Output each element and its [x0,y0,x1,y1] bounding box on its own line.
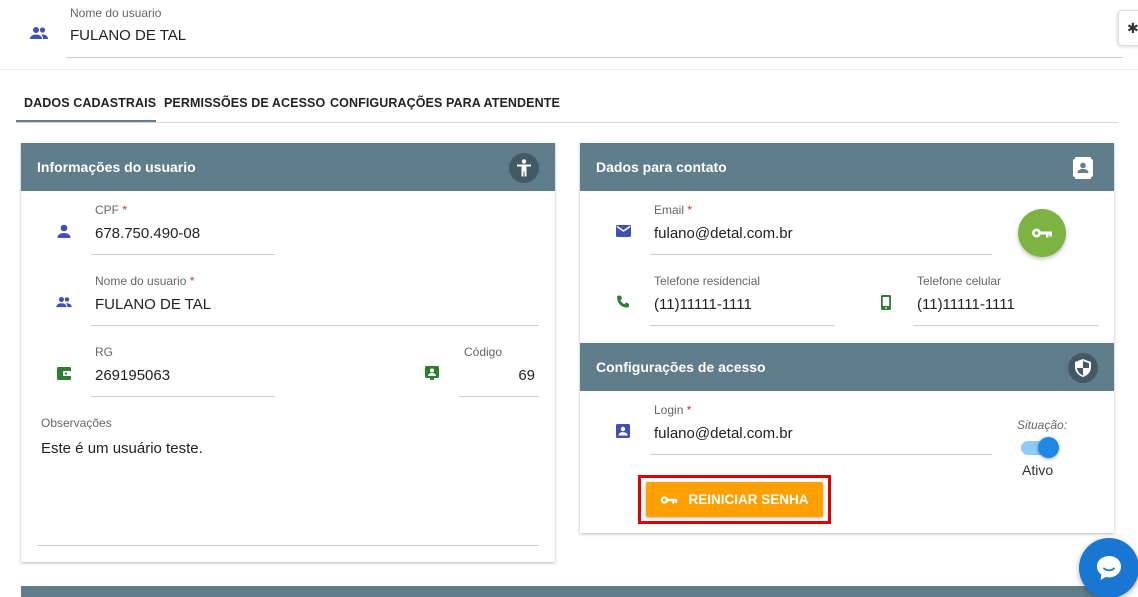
header-divider [0,69,1138,70]
users-icon [56,294,72,310]
reset-password-label: REINICIAR SENHA [688,492,809,507]
rg-input[interactable]: 269195063 [95,367,170,384]
email-icon [615,223,631,239]
user-info-card: Informações do usuario CPF * 678.750.490… [21,143,555,562]
tel-celular-input[interactable]: (11)11111-1111 [917,296,1015,313]
cpf-label: CPF * [95,203,128,217]
observacoes-label: Observações [41,416,112,430]
mobile-phone-icon [878,294,894,310]
situacao-label: Situação: [1017,418,1068,432]
cpf-input[interactable]: 678.750.490-08 [95,225,200,242]
nome-label: Nome do usuario * [95,274,195,288]
account-box-icon [615,423,631,439]
tel-residencial-label: Telefone residencial [654,274,761,288]
login-underline [650,454,992,455]
contact-card-title: Dados para contato [596,159,727,175]
codigo-underline [459,396,539,397]
codigo-input[interactable]: 69 [518,367,535,384]
accessibility-icon[interactable] [509,153,539,183]
user-name-label: Nome do usuario [70,6,162,20]
tab-configuracoes-atendente[interactable]: CONFIGURAÇÕES PARA ATENDENTE [330,96,560,110]
chat-icon [1097,556,1121,580]
contact-card-header: Dados para contato [580,143,1114,191]
shield-icon[interactable] [1068,353,1098,383]
bottom-card-header [21,586,1118,597]
situacao-toggle-knob[interactable] [1038,437,1059,458]
nome-underline [91,325,539,326]
tel-residencial-input[interactable]: (11)11111-1111 [654,296,752,313]
reset-password-button[interactable]: REINICIAR SENHA [646,482,823,517]
user-info-card-title: Informações do usuario [37,159,196,175]
email-label: Email * [654,203,693,217]
tel-celular-underline [913,325,1098,326]
tab-dados-cadastrais[interactable]: DADOS CADASTRAIS [24,96,156,110]
key-button[interactable] [1018,209,1066,257]
codigo-label: Código [464,345,503,359]
contacts-icon[interactable] [1068,153,1098,183]
tab-permissoes-de-acesso[interactable]: PERMISSÕES DE ACESSO [164,96,325,110]
cpf-underline [91,254,275,255]
access-card-header: Configurações de acesso [580,343,1114,391]
tabs-divider [16,122,1119,123]
person-icon [56,223,72,239]
email-underline [650,254,992,255]
rg-label: RG [95,345,113,359]
login-input[interactable]: fulano@detal.com.br [654,425,793,442]
gear-icon: ✱ [1127,20,1138,36]
users-icon [30,26,48,40]
observacoes-underline [37,545,539,546]
badge-icon [424,365,440,381]
user-name-value[interactable]: FULANO DE TAL [70,27,186,44]
settings-side-tab[interactable]: ✱ [1118,10,1138,46]
wallet-icon [56,365,72,381]
nome-input[interactable]: FULANO DE TAL [95,296,211,313]
email-input[interactable]: fulano@detal.com.br [654,225,793,242]
phone-icon [615,294,631,310]
rg-underline [91,396,275,397]
user-name-underline [66,57,1123,58]
user-info-card-header: Informações do usuario [21,143,555,191]
access-card-title: Configurações de acesso [596,359,766,375]
tel-residencial-underline [650,325,834,326]
situacao-value: Ativo [1022,462,1054,478]
key-icon [1032,228,1052,238]
chat-widget-button[interactable] [1079,538,1138,597]
tel-celular-label: Telefone celular [917,274,1002,288]
key-icon [661,495,678,504]
observacoes-textarea[interactable]: Este é um usuário teste. [41,440,203,457]
login-label: Login * [654,403,692,417]
